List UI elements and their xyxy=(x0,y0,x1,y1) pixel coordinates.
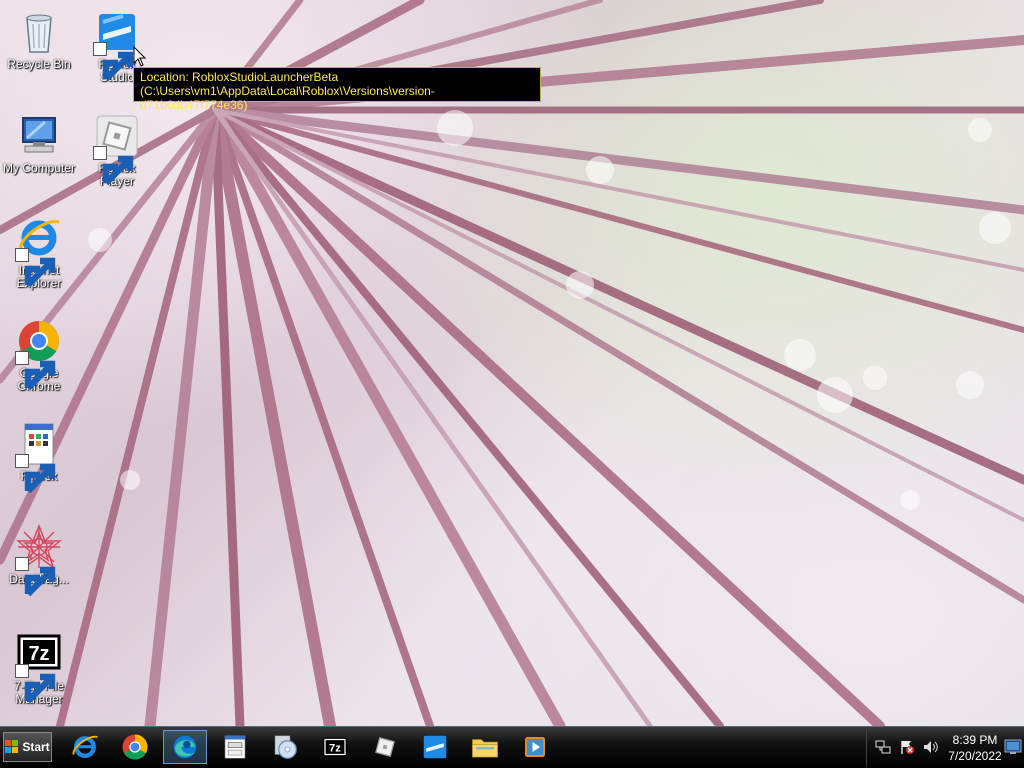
desktop-icon-my-computer[interactable]: My Computer xyxy=(0,112,79,175)
media-disc-icon xyxy=(274,735,297,759)
desktop-icon-7zip[interactable]: 7z 7-Zip File Manager xyxy=(0,630,79,706)
shortcut-arrow-icon xyxy=(93,146,134,186)
show-desktop-icon[interactable] xyxy=(1004,739,1022,755)
desktop-icon-datawag[interactable]: DataWag... xyxy=(0,523,79,597)
file-explorer-icon xyxy=(472,739,498,758)
taskbar-program-window[interactable] xyxy=(213,730,257,764)
taskbar-7zip[interactable]: 7z xyxy=(313,730,357,764)
system-tray: 8:39 PM 7/20/2022 xyxy=(866,729,1024,767)
taskbar-media-player[interactable] xyxy=(513,730,557,764)
roblox-studio-icon xyxy=(423,735,447,759)
desktop-icon-roblox-player[interactable]: Roblox Player xyxy=(77,112,157,188)
internet-explorer-icon xyxy=(72,735,98,758)
taskbar-media-disc[interactable] xyxy=(263,730,307,764)
taskbar-clock[interactable]: 8:39 PM 7/20/2022 xyxy=(945,732,1005,764)
media-player-icon xyxy=(525,737,545,757)
shortcut-location-tooltip: Location: RobloxStudioLauncherBeta (C:\U… xyxy=(133,67,541,112)
shortcut-arrow-icon xyxy=(15,454,56,494)
shortcut-arrow-icon xyxy=(93,42,134,82)
windows-logo-icon xyxy=(5,740,19,753)
shortcut-arrow-icon xyxy=(15,557,56,597)
mouse-cursor-icon xyxy=(133,46,147,67)
shortcut-arrow-icon xyxy=(15,664,56,704)
action-center-flag-icon[interactable] xyxy=(899,739,915,755)
7zip-icon: 7z xyxy=(323,737,347,757)
chrome-icon xyxy=(122,734,148,760)
recycle-bin-icon xyxy=(26,14,52,53)
clock-date: 7/20/2022 xyxy=(948,749,1002,763)
taskbar-roblox-player[interactable] xyxy=(363,730,407,764)
shortcut-arrow-icon xyxy=(15,351,56,391)
program-window-icon xyxy=(224,735,246,759)
svg-text:7z: 7z xyxy=(28,643,49,665)
svg-text:7z: 7z xyxy=(329,742,341,754)
volume-icon[interactable] xyxy=(922,739,938,755)
start-label: Start xyxy=(22,740,50,754)
clock-time: 8:39 PM xyxy=(952,733,998,747)
edge-icon xyxy=(173,735,197,759)
roblox-player-icon xyxy=(375,737,395,757)
desktop-icon-google-chrome[interactable]: Google Chrome xyxy=(0,317,79,393)
desktop-icon-label: Recycle Bin xyxy=(7,57,71,71)
my-computer-icon xyxy=(22,117,56,153)
desktop-icon-label: My Computer xyxy=(2,161,76,175)
taskbar-edge[interactable] xyxy=(163,730,207,764)
taskbar: Start 7z 8:39 PM 7/20/2022 xyxy=(0,726,1024,768)
desktop-icon-recycle-bin[interactable]: Recycle Bin xyxy=(0,8,79,71)
shortcut-arrow-icon xyxy=(15,248,56,288)
taskbar-roblox-studio[interactable] xyxy=(413,730,457,764)
desktop-icon-internet-explorer[interactable]: Internet Explorer xyxy=(0,214,79,290)
network-icon[interactable] xyxy=(875,739,891,755)
desktop-icon-firefox[interactable]: Firefox xyxy=(0,420,79,494)
taskbar-chrome[interactable] xyxy=(113,730,157,764)
taskbar-file-explorer[interactable] xyxy=(463,730,507,764)
start-button[interactable]: Start xyxy=(3,732,52,762)
taskbar-internet-explorer[interactable] xyxy=(63,730,107,764)
